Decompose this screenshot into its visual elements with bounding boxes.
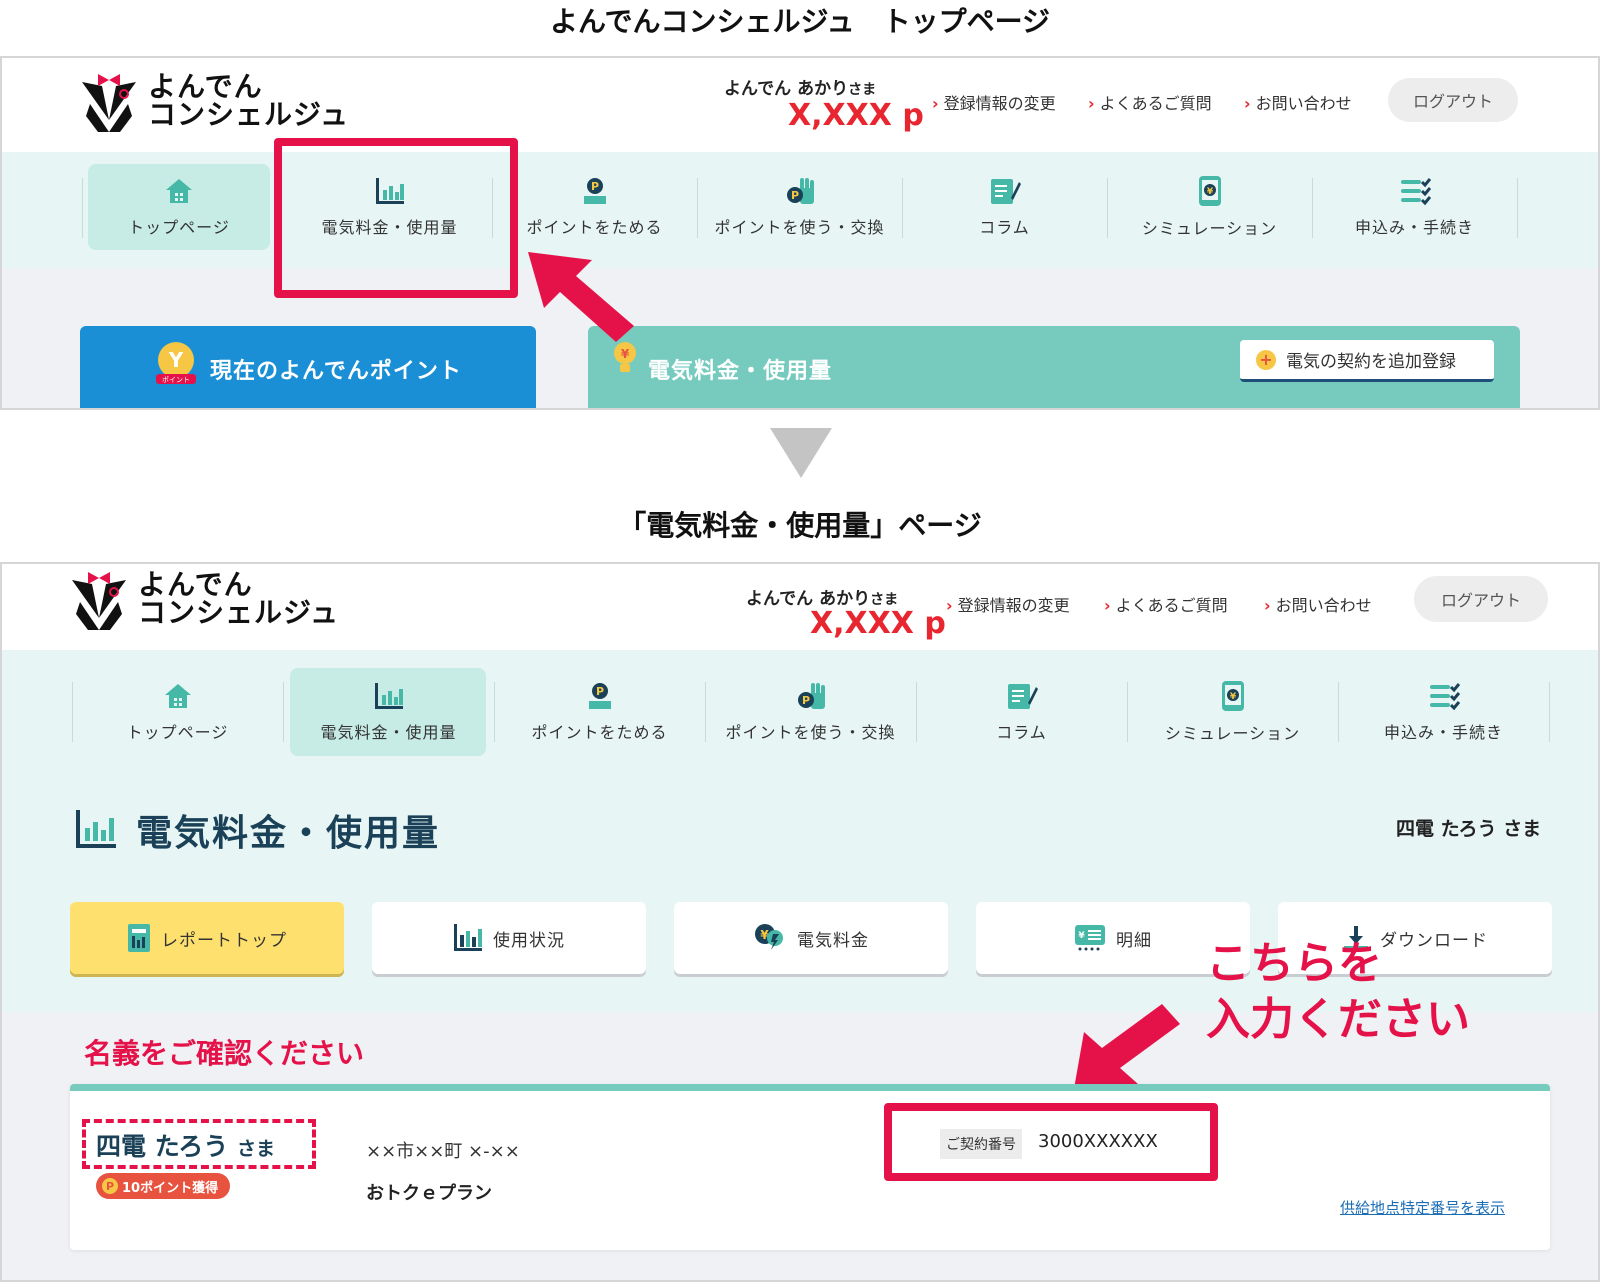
points-earned-badge: P 10ポイント獲得	[96, 1173, 231, 1199]
nav-item-earn-points[interactable]: P ポイントをためる	[492, 164, 697, 250]
checklist-icon	[1400, 178, 1431, 206]
brand-line2: コンシェルジュ	[138, 596, 340, 629]
highlight-billing-nav	[274, 138, 518, 298]
bar-chart-icon	[374, 683, 403, 709]
nav-item-simulation[interactable]: ¥ シミュレーション	[1127, 668, 1338, 756]
yen-coin-icon: Y ポイント	[156, 342, 196, 384]
nav-item-earn-points[interactable]: P ポイントをためる	[494, 668, 705, 756]
contract-number-value: 3000XXXXXX	[1038, 1131, 1158, 1152]
nav-item-top[interactable]: トップページ	[88, 164, 270, 250]
nav-item-use-points[interactable]: P ポイントを使う・交換	[705, 668, 916, 756]
red-arrow-icon	[528, 252, 634, 342]
plus-circle-icon: +	[1256, 349, 1276, 370]
tab-usage[interactable]: 使用状況	[372, 902, 646, 974]
statement-icon: ¥	[1075, 925, 1105, 951]
top-page-screenshot: よんでん コンシェルジュ よんでん あかりさま X,XXX p › 登録情報の変更…	[0, 56, 1600, 410]
page-title: 電気料金・使用量	[136, 813, 441, 854]
point-hand-icon: P	[786, 178, 814, 204]
nav-item-top[interactable]: トップページ	[72, 668, 283, 756]
svg-text:P: P	[590, 180, 598, 193]
add-contract-button[interactable]: + 電気の契約を追加登録	[1240, 340, 1494, 382]
contract-plan: おトクｅプラン	[366, 1183, 492, 1204]
svg-text:¥: ¥	[1078, 931, 1085, 941]
tab-report-top[interactable]: レポートトップ	[70, 902, 344, 974]
contract-address: ××市××町 ×-××	[366, 1141, 520, 1162]
svg-text:ポイント: ポイント	[162, 376, 190, 384]
checklist-icon	[1429, 683, 1460, 711]
brand-line1: よんでん	[138, 568, 253, 601]
contract-holder-name: 四電 たろう さま	[96, 1132, 275, 1161]
nav-item-application[interactable]: 申込み・手続き	[1338, 668, 1549, 756]
house-icon	[166, 179, 192, 203]
electricity-panel-header: ¥ 電気料金・使用量 + 電気の契約を追加登録	[588, 326, 1520, 408]
bottom-caption: 「電気料金・使用量」ページ	[618, 509, 982, 542]
show-supply-point-link[interactable]: 供給地点特定番号を表示	[1340, 1197, 1505, 1218]
logout-button[interactable]: ログアウト	[1414, 576, 1548, 622]
annotation-enter-here: こちらを 入力ください	[1206, 938, 1470, 1045]
contract-card: 四電 たろう さま P 10ポイント獲得 ××市××町 ×-×× おトクｅプラン …	[70, 1084, 1550, 1250]
nav-item-use-points[interactable]: P ポイントを使う・交換	[697, 164, 902, 250]
chevron-right-icon: ›	[932, 94, 939, 113]
report-icon	[128, 924, 150, 952]
top-caption: よんでんコンシェルジュ トップページ	[549, 5, 1051, 38]
svg-text:Y: Y	[168, 348, 184, 372]
header-link-contact[interactable]: › お問い合わせ	[1244, 90, 1352, 114]
nav-item-column[interactable]: コラム	[916, 668, 1127, 756]
page-title-chart-icon	[76, 810, 116, 848]
house-icon	[164, 684, 191, 708]
point-coin-icon: P	[588, 683, 611, 709]
nav-item-column[interactable]: コラム	[902, 164, 1107, 250]
nav-item-application[interactable]: 申込み・手続き	[1312, 164, 1517, 250]
chevron-right-icon: ›	[1104, 596, 1111, 615]
contract-number-label: ご契約番号	[940, 1129, 1022, 1159]
main-nav: トップページ 電気料金・使用量 P ポイントをためる P ポイントを使う・交換 …	[2, 152, 1598, 268]
svg-text:P: P	[790, 189, 798, 202]
usage-chart-icon	[454, 924, 482, 951]
brand-logo[interactable]: よんでん コンシェルジュ	[70, 566, 339, 632]
phone-yen-icon: ¥	[1198, 176, 1221, 206]
down-triangle-icon	[770, 428, 832, 478]
brand-logo[interactable]: よんでん コンシェルジュ	[80, 68, 349, 134]
svg-text:¥: ¥	[1206, 187, 1213, 197]
header-link-faq[interactable]: › よくあるご質問	[1088, 90, 1212, 114]
chevron-right-icon: ›	[1088, 94, 1095, 113]
butler-logo-icon	[72, 572, 126, 630]
chevron-right-icon: ›	[1244, 94, 1251, 113]
customer-name: 四電 たろう さま	[1396, 818, 1542, 840]
brand-line1: よんでん	[148, 70, 263, 103]
svg-text:P: P	[801, 694, 809, 707]
svg-text:¥: ¥	[1229, 692, 1236, 702]
nav-item-billing[interactable]: 電気料金・使用量	[283, 668, 494, 756]
brand-line2: コンシェルジュ	[148, 98, 350, 131]
header-link-profile[interactable]: › 登録情報の変更	[946, 592, 1070, 616]
point-hand-icon: P	[797, 683, 825, 709]
point-coin-icon: P	[102, 1178, 118, 1194]
column-pen-icon	[990, 179, 1021, 204]
bulb-yen-icon: ¥	[755, 924, 783, 950]
logout-button[interactable]: ログアウト	[1388, 78, 1518, 122]
svg-text:P: P	[595, 685, 603, 698]
chevron-right-icon: ›	[1264, 596, 1271, 615]
annotation-confirm-name: 名義をご確認ください	[84, 1037, 365, 1070]
phone-yen-icon: ¥	[1221, 681, 1244, 711]
header-link-faq[interactable]: › よくあるご質問	[1104, 592, 1228, 616]
user-name: よんでん あかりさま	[724, 79, 877, 99]
point-coin-icon: P	[583, 178, 606, 204]
butler-logo-icon	[82, 74, 136, 132]
nav-item-simulation[interactable]: ¥ シミュレーション	[1107, 164, 1312, 250]
user-points: X,XXX p	[788, 98, 924, 133]
header-link-profile[interactable]: › 登録情報の変更	[932, 90, 1056, 114]
tab-charges[interactable]: ¥ 電気料金	[674, 902, 948, 974]
user-points: X,XXX p	[810, 606, 946, 641]
svg-text:¥: ¥	[621, 347, 630, 361]
points-panel-header: Y ポイント 現在のよんでんポイント	[80, 326, 536, 408]
chevron-right-icon: ›	[946, 596, 953, 615]
column-pen-icon	[1007, 684, 1038, 709]
header-link-contact[interactable]: › お問い合わせ	[1264, 592, 1372, 616]
billing-page-screenshot: よんでん コンシェルジュ よんでん あかりさま X,XXX p › 登録情報の変更…	[0, 562, 1600, 1282]
